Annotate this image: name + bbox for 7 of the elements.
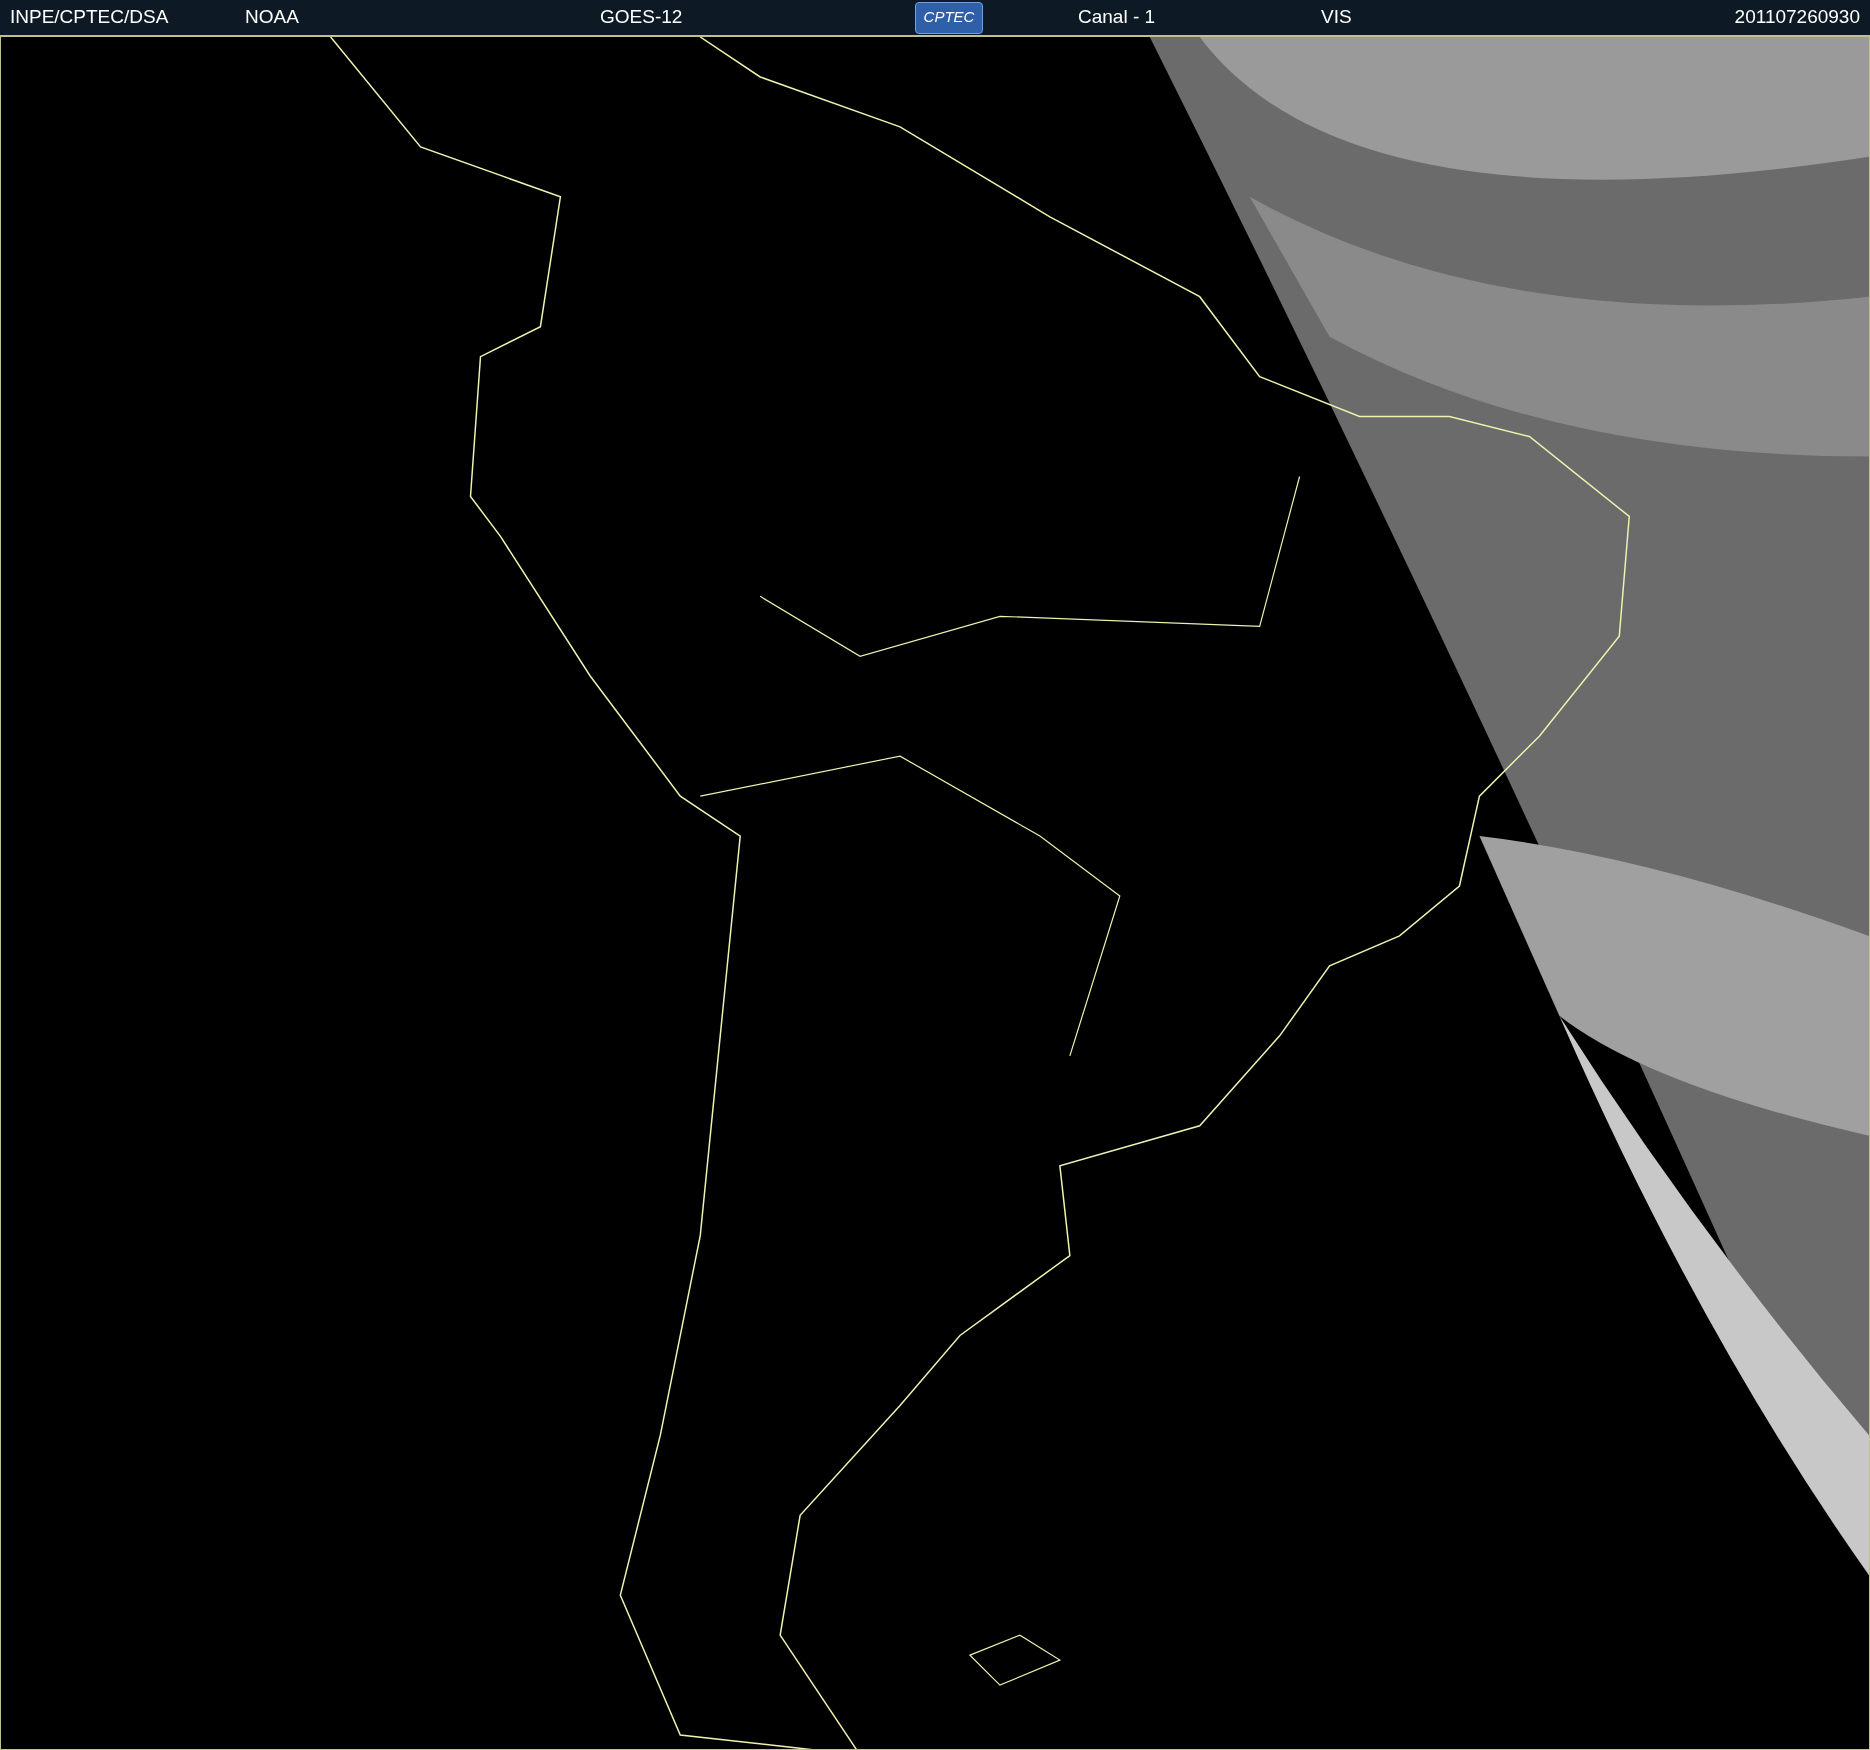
logo: CPTEC — [915, 1, 983, 34]
band-label: VIS — [1321, 5, 1352, 30]
channel-label: Canal - 1 — [1078, 5, 1157, 30]
timestamp-label: 201107260930 — [1734, 5, 1860, 30]
satellite-label: GOES-12 — [600, 5, 684, 30]
agency-label: NOAA — [245, 5, 300, 30]
source-label: INPE/CPTEC/DSA — [10, 5, 170, 30]
